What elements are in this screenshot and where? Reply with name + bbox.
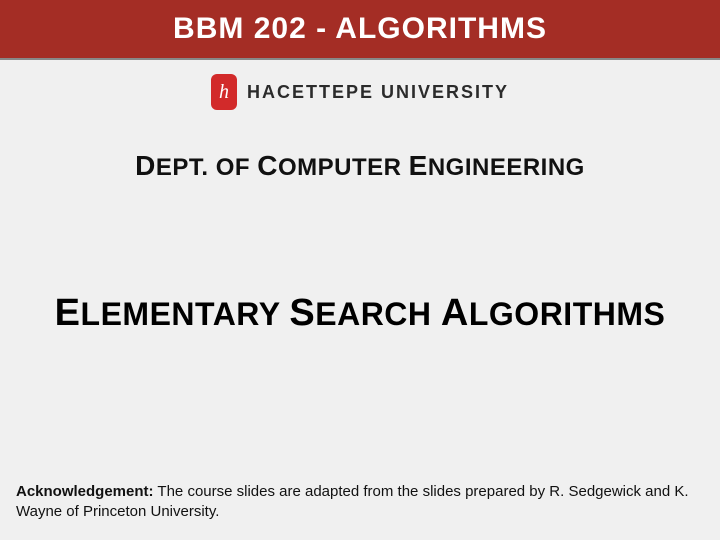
logo-glyph: h [219,82,229,102]
acknowledgement: Acknowledgement: The course slides are a… [16,482,704,523]
course-title: BBM 202 - ALGORITHMS [173,12,547,46]
header-bar: BBM 202 - ALGORITHMS [0,0,720,60]
hacettepe-logo-icon: h [211,74,237,110]
university-logo-row: h HACETTEPE UNIVERSITY [0,74,720,110]
acknowledgement-label: Acknowledgement: [16,483,154,500]
university-name: HACETTEPE UNIVERSITY [247,82,509,103]
topic-title: ELEMENTARY SEARCH ALGORITHMS [0,292,720,335]
department-line: DEPT. OF COMPUTER ENGINEERING [0,150,720,182]
